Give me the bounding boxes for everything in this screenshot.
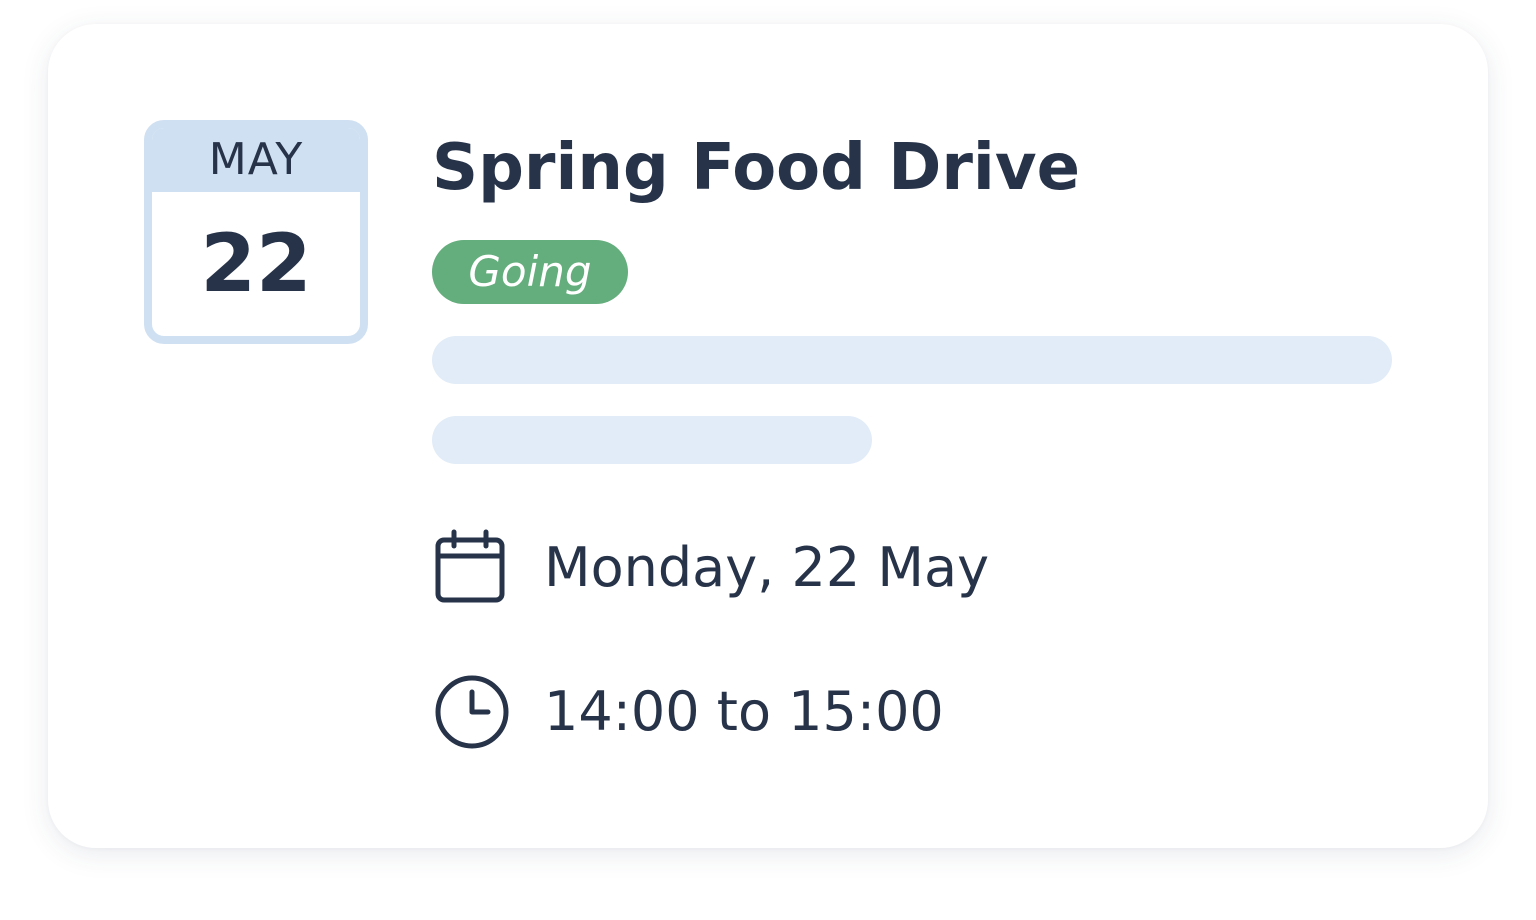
event-title: Spring Food Drive	[432, 131, 1080, 205]
status-badge: Going	[432, 240, 628, 304]
description-placeholder-line	[432, 416, 872, 464]
date-tile: MAY 22	[144, 120, 368, 344]
event-date-row: Monday, 22 May	[432, 528, 989, 608]
description-placeholder-line	[432, 336, 1392, 384]
event-time-row: 14:00 to 15:00	[432, 672, 944, 752]
event-card[interactable]: MAY 22 Spring Food Drive Going Monday, 2…	[48, 24, 1488, 848]
event-time-text: 14:00 to 15:00	[544, 680, 944, 743]
date-tile-month: MAY	[152, 128, 360, 192]
calendar-icon	[435, 529, 505, 603]
event-date-text: Monday, 22 May	[544, 536, 990, 599]
clock-icon	[435, 675, 509, 749]
date-tile-day: 22	[200, 217, 312, 310]
